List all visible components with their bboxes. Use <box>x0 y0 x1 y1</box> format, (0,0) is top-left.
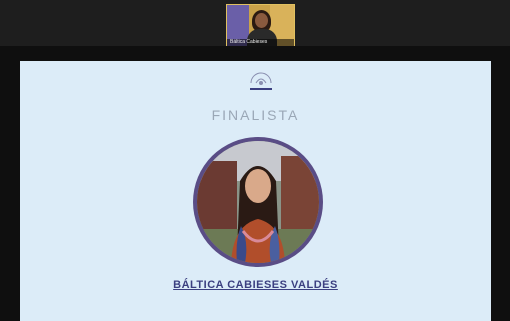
finalist-portrait <box>197 141 319 263</box>
shared-screen: FINALISTA BÁLTICA CABIESES VALDÉS <box>0 46 510 321</box>
participant-name: Báltica Cabieses <box>230 39 268 45</box>
award-logo-icon <box>250 72 272 90</box>
slide: FINALISTA BÁLTICA CABIESES VALDÉS <box>20 61 491 321</box>
finalist-heading: FINALISTA <box>211 107 300 123</box>
finalist-name: BÁLTICA CABIESES VALDÉS <box>173 279 338 291</box>
participant-face <box>255 13 268 28</box>
participant-name-bar: Báltica Cabieses <box>227 39 294 46</box>
participant-video-tile[interactable]: Báltica Cabieses <box>226 4 295 47</box>
